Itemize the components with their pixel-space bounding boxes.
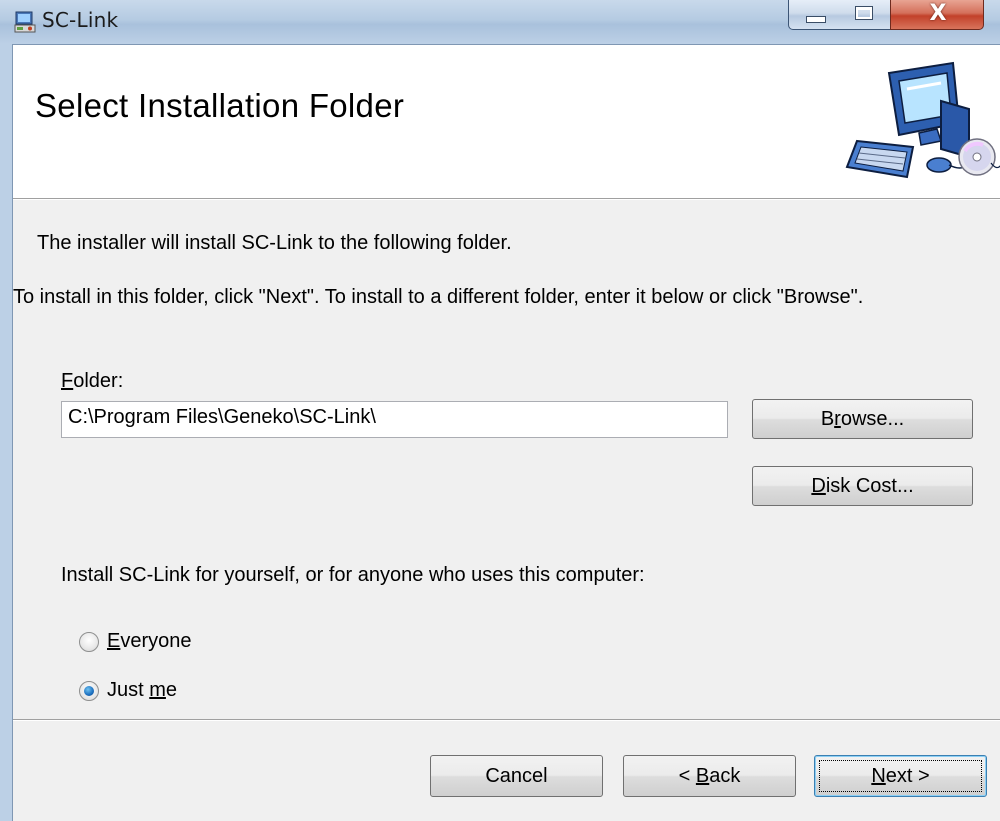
radio-everyone-label[interactable]: Everyone [107,630,192,653]
radio-everyone-rest: veryone [120,630,192,652]
back-label-accel: B [695,765,710,787]
disk-cost-label-accel: D [811,475,826,497]
page-title: Select Installation Folder [35,87,405,124]
folder-label-accel: F [61,370,74,392]
back-button[interactable]: < Back [623,755,796,797]
folder-path-input[interactable]: C:\Program Files\Geneko\SC-Link\ [61,401,728,438]
radio-just-me-post: e [165,679,178,701]
computer-cd-icon [845,61,1000,179]
header-banner: Select Installation Folder [13,45,1000,199]
install-location-text: The installer will install SC-Link to th… [37,232,512,254]
back-label-pre: < [678,765,696,787]
disk-cost-label-post: isk Cost... [825,475,914,497]
window-frame-left [0,44,13,821]
close-icon: X [929,1,947,26]
cancel-button[interactable]: Cancel [430,755,603,797]
radio-just-me-pre: Just [107,679,150,701]
browse-button[interactable]: Browse... [752,399,973,439]
browse-label-post: owse... [840,408,905,430]
maximize-icon [855,6,873,20]
browse-label-pre: B [820,408,835,430]
disk-cost-button[interactable]: Disk Cost... [752,466,973,506]
radio-just-me-dot [84,686,94,696]
radio-just-me[interactable] [79,681,99,701]
minimize-icon [806,16,826,23]
maximize-button[interactable] [839,0,891,30]
focus-rectangle [819,760,982,792]
dialog-body: The installer will install SC-Link to th… [13,200,1000,720]
title-bar: SC-Link X [0,0,1000,45]
dialog-footer: Cancel < Back Next > [13,721,1000,821]
radio-everyone-accel: E [107,630,121,652]
radio-just-me-accel: m [149,679,166,701]
instructions-text: To install in this folder, click "Next".… [13,286,864,308]
next-button[interactable]: Next > [814,755,987,797]
close-button[interactable]: X [890,0,984,30]
folder-label-rest: older: [73,370,124,392]
folder-label: Folder: [61,370,123,393]
radio-just-me-label[interactable]: Just me [107,679,177,702]
minimize-button[interactable] [788,0,840,30]
installer-app-icon [14,11,36,33]
install-for-text: Install SC-Link for yourself, or for any… [61,564,645,586]
window-title: SC-Link [42,8,119,32]
radio-everyone[interactable] [79,632,99,652]
browse-label-accel: r [834,408,841,430]
back-label-post: ack [709,765,741,787]
